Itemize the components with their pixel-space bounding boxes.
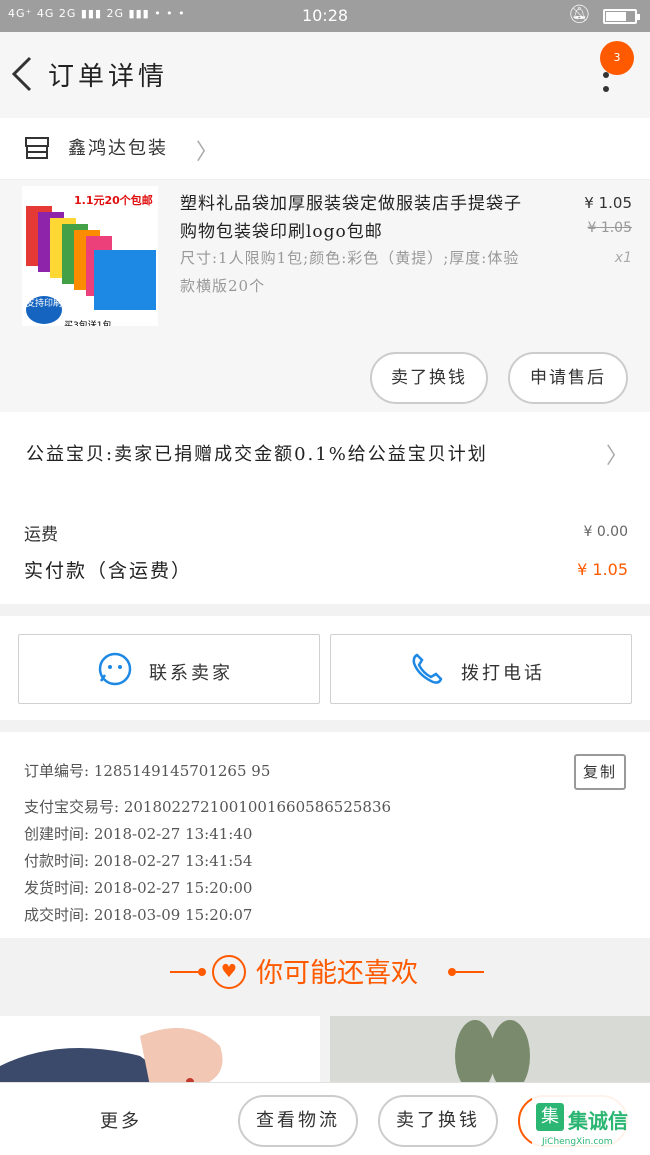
chat-icon xyxy=(98,652,132,686)
product-title[interactable]: 塑料礼品袋加厚服装袋定做服装店手提袋子购物包装袋印刷logo包邮 xyxy=(180,190,530,246)
charity-row[interactable]: 公益宝贝:卖家已捐赠成交金额0.1%给公益宝贝计划 〉 xyxy=(0,412,650,496)
paid-time: 付款时间: 2018-02-27 13:41:54 xyxy=(24,852,253,870)
recommend-title: 你可能还喜欢 xyxy=(256,958,418,989)
divider-dot xyxy=(198,968,206,976)
shipped-time: 发货时间: 2018-02-27 15:20:00 xyxy=(24,879,253,897)
print-badge: 支持印刷 xyxy=(26,296,62,324)
mute-bell-icon: 🔕︎ xyxy=(568,4,591,25)
shipping-label: 运费 xyxy=(24,525,58,545)
sell-button[interactable]: 卖了换钱 xyxy=(370,352,488,404)
charity-text: 公益宝贝:卖家已捐赠成交金额0.1%给公益宝贝计划 xyxy=(26,444,488,465)
back-button[interactable] xyxy=(8,54,38,94)
recommend-header: ♥ 你可能还喜欢 xyxy=(0,938,650,1006)
page-header: 订单详情 3 xyxy=(0,32,650,118)
shipping-value: ¥ 0.00 xyxy=(583,524,628,540)
site-watermark: 集 集诚信 JiChengXin.com xyxy=(532,1089,650,1155)
image-tag: 1.1元20个包邮 xyxy=(74,194,153,207)
chevron-right-icon: 〉 xyxy=(196,140,219,165)
created-time: 创建时间: 2018-02-27 13:41:40 xyxy=(24,825,253,843)
paid-label: 实付款（含运费） xyxy=(24,560,193,582)
chevron-left-icon xyxy=(11,56,32,92)
heart-icon: ♥ xyxy=(212,955,246,989)
alipay-number: 支付宝交易号: 2018022721001001660586525836 xyxy=(24,798,392,816)
copy-button[interactable]: 复制 xyxy=(574,754,626,790)
shop-icon xyxy=(25,137,49,159)
phone-icon xyxy=(412,653,443,684)
more-button[interactable]: 更多 xyxy=(100,1107,142,1133)
promo-badge: 买3包送1包 xyxy=(64,318,112,326)
bag-graphic xyxy=(94,250,156,310)
product-quantity: x1 xyxy=(614,250,632,266)
watermark-text: 集诚信 xyxy=(568,1109,628,1133)
view-logistics-button[interactable]: 查看物流 xyxy=(238,1095,358,1147)
divider-line xyxy=(456,971,484,973)
plush-photo xyxy=(455,1020,530,1086)
shop-name: 鑫鸿达包装 xyxy=(68,138,168,159)
watermark-url: JiChengXin.com xyxy=(542,1137,613,1147)
recommend-item-image[interactable] xyxy=(330,1016,650,1086)
sell-bottom-button[interactable]: 卖了换钱 xyxy=(378,1095,498,1147)
recommend-item-image[interactable] xyxy=(0,1016,320,1086)
fee-summary: 运费 ¥ 0.00 实付款（含运费） ¥ 1.05 xyxy=(0,496,650,604)
status-bar: 4G⁺ 4G 2G ▮▮▮ 2G ▮▮▮ • • • 10:28 🔕︎ xyxy=(0,0,650,32)
clock: 10:28 xyxy=(301,6,349,25)
divider-line xyxy=(170,971,198,973)
call-label: 拨打电话 xyxy=(461,663,545,684)
product-card: 1.1元20个包邮 支持印刷 买3包送1包 塑料礼品袋加厚服装袋定做服装店手提袋… xyxy=(0,180,650,412)
battery-fill xyxy=(606,12,626,21)
contact-seller-label: 联系卖家 xyxy=(149,663,233,684)
product-spec: 尺寸:1人限购1包;颜色:彩色（黄提）;厚度:体验款横版20个 xyxy=(180,249,520,295)
call-button[interactable]: 拨打电话 xyxy=(330,634,632,704)
completed-time: 成交时间: 2018-03-09 15:20:07 xyxy=(24,906,253,924)
order-info: 订单编号: 1285149145701265 95 复制 支付宝交易号: 201… xyxy=(0,732,650,938)
battery-icon xyxy=(603,9,640,24)
shop-row[interactable]: 鑫鸿达包装 〉 xyxy=(0,118,650,180)
contact-seller-button[interactable]: 联系卖家 xyxy=(18,634,320,704)
message-badge: 3 xyxy=(600,41,634,75)
product-price: ¥ 1.05 xyxy=(584,194,632,212)
chevron-right-icon: 〉 xyxy=(606,444,629,469)
paid-value: ¥ 1.05 xyxy=(577,560,628,579)
more-dot xyxy=(603,86,609,92)
bag-photo xyxy=(0,1028,223,1086)
divider-dot xyxy=(448,968,456,976)
contact-section: 联系卖家 拨打电话 xyxy=(0,616,650,720)
bottom-action-bar: 更多 查看物流 卖了换钱 评价 集 集诚信 JiChengXin.com xyxy=(0,1082,650,1155)
order-number: 订单编号: 1285149145701265 95 xyxy=(24,762,271,780)
product-image[interactable]: 1.1元20个包邮 支持印刷 买3包送1包 xyxy=(22,186,158,326)
after-sales-button[interactable]: 申请售后 xyxy=(508,352,628,404)
product-original-price: ¥ 1.05 xyxy=(587,220,632,236)
page-title: 订单详情 xyxy=(48,62,169,92)
watermark-logo-icon: 集 xyxy=(536,1103,564,1131)
